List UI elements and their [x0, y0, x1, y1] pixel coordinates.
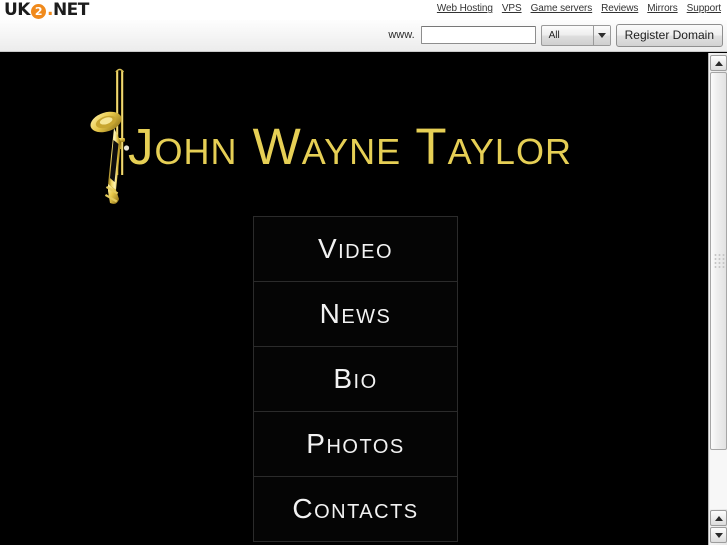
site-header: John Wayne Taylor — [0, 66, 708, 216]
menu-item-label: Photos — [306, 428, 405, 459]
vertical-scrollbar[interactable] — [708, 53, 727, 545]
nav-link-support[interactable]: Support — [687, 3, 721, 14]
menu-item-news[interactable]: News — [254, 282, 457, 347]
arrow-up-icon — [714, 515, 723, 521]
menu-item-label: News — [319, 298, 392, 329]
scrollbar-thumb[interactable] — [710, 72, 727, 450]
uk2-header-bar: UK 2. NET Web Hosting VPS Game servers Rev… — [0, 0, 727, 20]
menu-item-contacts[interactable]: Contacts — [254, 477, 457, 542]
nav-link-vps[interactable]: VPS — [502, 3, 522, 14]
uk2-logo[interactable]: UK 2. NET — [4, 0, 89, 20]
menu-item-photos[interactable]: Photos — [254, 412, 457, 477]
scroll-up-button-top[interactable] — [710, 55, 727, 71]
www-label: www. — [388, 29, 415, 41]
menu-item-video[interactable]: Video — [254, 217, 457, 282]
uk2-logo-suffix: NET — [52, 0, 89, 20]
arrow-up-icon — [714, 60, 723, 66]
tld-select-value: All — [548, 29, 560, 41]
menu-item-bio[interactable]: Bio — [254, 347, 457, 412]
menu-item-label: Contacts — [292, 493, 419, 524]
menu-item-label: Video — [317, 233, 394, 264]
uk2-logo-badge: 2 — [30, 3, 46, 19]
domain-search-controls: www. All Register Domain — [388, 23, 723, 47]
nav-link-game-servers[interactable]: Game servers — [531, 3, 593, 14]
domain-search-input[interactable] — [420, 26, 536, 44]
browser-page: UK 2. NET Web Hosting VPS Game servers Rev… — [0, 0, 727, 545]
register-domain-button[interactable]: Register Domain — [615, 23, 723, 47]
scrollbar-grip-icon — [714, 254, 724, 268]
uk2-logo-prefix: UK — [4, 0, 30, 20]
tld-select[interactable]: All — [540, 24, 611, 46]
site-content: John Wayne Taylor Video News Bio Photos … — [0, 53, 708, 545]
arrow-down-icon — [714, 532, 723, 538]
chevron-down-icon[interactable] — [592, 25, 610, 45]
scroll-up-button-bottom[interactable] — [710, 510, 727, 526]
nav-link-mirrors[interactable]: Mirrors — [647, 3, 678, 14]
scroll-down-button[interactable] — [710, 527, 727, 543]
main-menu: Video News Bio Photos Contacts — [253, 216, 458, 542]
page-title: John Wayne Taylor — [128, 118, 572, 175]
nav-link-reviews[interactable]: Reviews — [601, 3, 638, 14]
uk2-nav: Web Hosting VPS Game servers Reviews Mir… — [437, 3, 721, 14]
menu-item-label: Bio — [333, 363, 378, 394]
nav-link-web-hosting[interactable]: Web Hosting — [437, 3, 493, 14]
domain-search-strip: www. All Register Domain — [0, 20, 727, 52]
